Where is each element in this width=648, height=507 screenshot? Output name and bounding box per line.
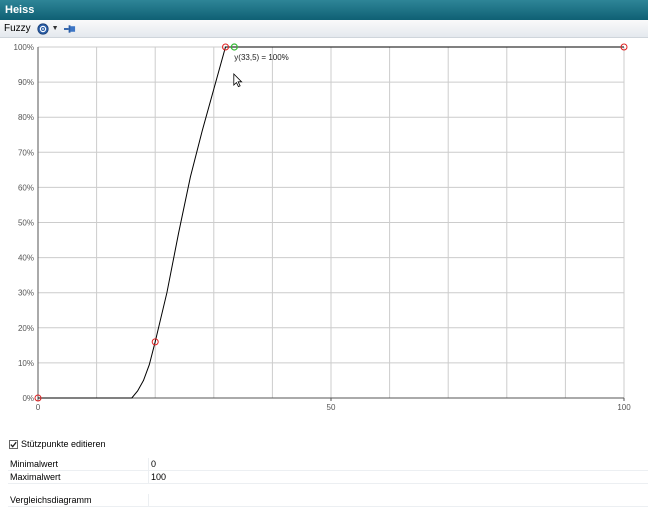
edit-points-option[interactable]: Stützpunkte editieren xyxy=(9,439,106,449)
property-row-min[interactable]: Minimalwert 0 xyxy=(8,458,648,471)
hover-value-label: y(33,5) = 100% xyxy=(234,53,288,62)
chevron-down-icon[interactable]: ▼ xyxy=(52,25,59,32)
pin-icon[interactable] xyxy=(63,23,76,35)
y-tick-label: 40% xyxy=(18,254,34,263)
min-value[interactable]: 0 xyxy=(149,459,156,469)
max-value[interactable]: 100 xyxy=(149,472,166,482)
x-tick-label: 0 xyxy=(36,403,41,412)
x-tick-label: 100 xyxy=(617,403,631,412)
y-tick-label: 50% xyxy=(18,219,34,228)
y-tick-label: 100% xyxy=(14,43,34,52)
fuzzy-menu-button[interactable]: Fuzzy xyxy=(4,23,31,34)
max-label: Maximalwert xyxy=(8,471,149,483)
toolbar: Fuzzy ▼ xyxy=(0,20,648,38)
mouse-cursor-icon xyxy=(233,73,243,88)
y-tick-label: 90% xyxy=(18,78,34,87)
checkmark-icon xyxy=(10,441,17,448)
options-panel: Stützpunkte editieren Minimalwert 0 Maxi… xyxy=(0,436,648,507)
x-tick-label: 50 xyxy=(327,403,336,412)
y-tick-label: 0% xyxy=(22,394,34,403)
y-tick-label: 80% xyxy=(18,113,34,122)
window-title: Heiss xyxy=(0,0,648,20)
y-tick-label: 30% xyxy=(18,289,34,298)
property-grid: Minimalwert 0 Maximalwert 100 Vergleichs… xyxy=(8,458,648,507)
property-row-max[interactable]: Maximalwert 100 xyxy=(8,471,648,484)
y-tick-label: 20% xyxy=(18,324,34,333)
edit-points-label: Stützpunkte editieren xyxy=(21,439,106,449)
info-icon[interactable] xyxy=(37,22,49,35)
y-tick-label: 70% xyxy=(18,148,34,157)
compare-label: Vergleichsdiagramm xyxy=(8,494,149,506)
edit-points-checkbox[interactable] xyxy=(9,439,18,449)
y-tick-label: 60% xyxy=(18,183,34,192)
min-label: Minimalwert xyxy=(8,458,149,470)
property-spacer xyxy=(8,484,648,494)
membership-chart[interactable]: 0% 10% 20% 30% 40% 50% 60% 70% 80% 90% 100% 0 50 100 y… xyxy=(0,39,648,436)
y-tick-label: 10% xyxy=(18,359,34,368)
property-row-compare[interactable]: Vergleichsdiagramm xyxy=(8,494,648,507)
